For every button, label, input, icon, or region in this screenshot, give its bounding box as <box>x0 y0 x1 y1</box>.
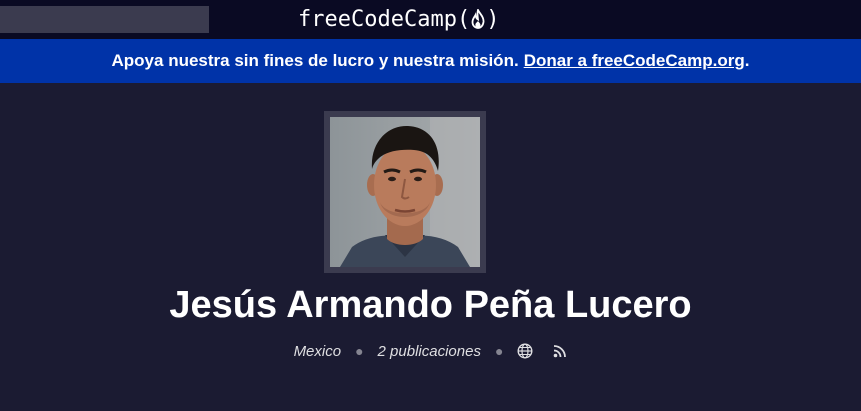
search-input[interactable] <box>0 6 209 33</box>
author-photo <box>330 117 480 267</box>
donate-link[interactable]: Donar a freeCodeCamp.org <box>524 51 745 71</box>
author-post-count: 2 publicaciones <box>377 342 481 360</box>
meta-separator: ● <box>494 343 504 359</box>
author-meta: Mexico ● 2 publicaciones ● <box>0 340 861 362</box>
author-avatar-frame <box>324 111 486 273</box>
fire-icon <box>471 9 485 29</box>
globe-icon[interactable] <box>517 343 533 359</box>
meta-separator: ● <box>355 343 364 359</box>
logo-text: freeCodeCamp <box>298 6 457 32</box>
author-avatar <box>330 117 480 267</box>
banner-suffix: . <box>744 51 750 70</box>
logo-paren-close: ) <box>486 6 500 32</box>
top-navbar: freeCodeCamp ( ) <box>0 0 861 39</box>
rss-icon[interactable] <box>553 344 567 358</box>
author-location: Mexico <box>293 342 342 360</box>
logo-paren-open: ( <box>456 6 471 32</box>
banner-text: Apoya nuestra sin fines de lucro y nuest… <box>111 51 519 70</box>
donation-banner: Apoya nuestra sin fines de lucro y nuest… <box>0 39 861 83</box>
freecodecamp-logo[interactable]: freeCodeCamp ( ) <box>298 4 499 34</box>
author-name: Jesús Armando Peña Lucero <box>169 284 692 326</box>
